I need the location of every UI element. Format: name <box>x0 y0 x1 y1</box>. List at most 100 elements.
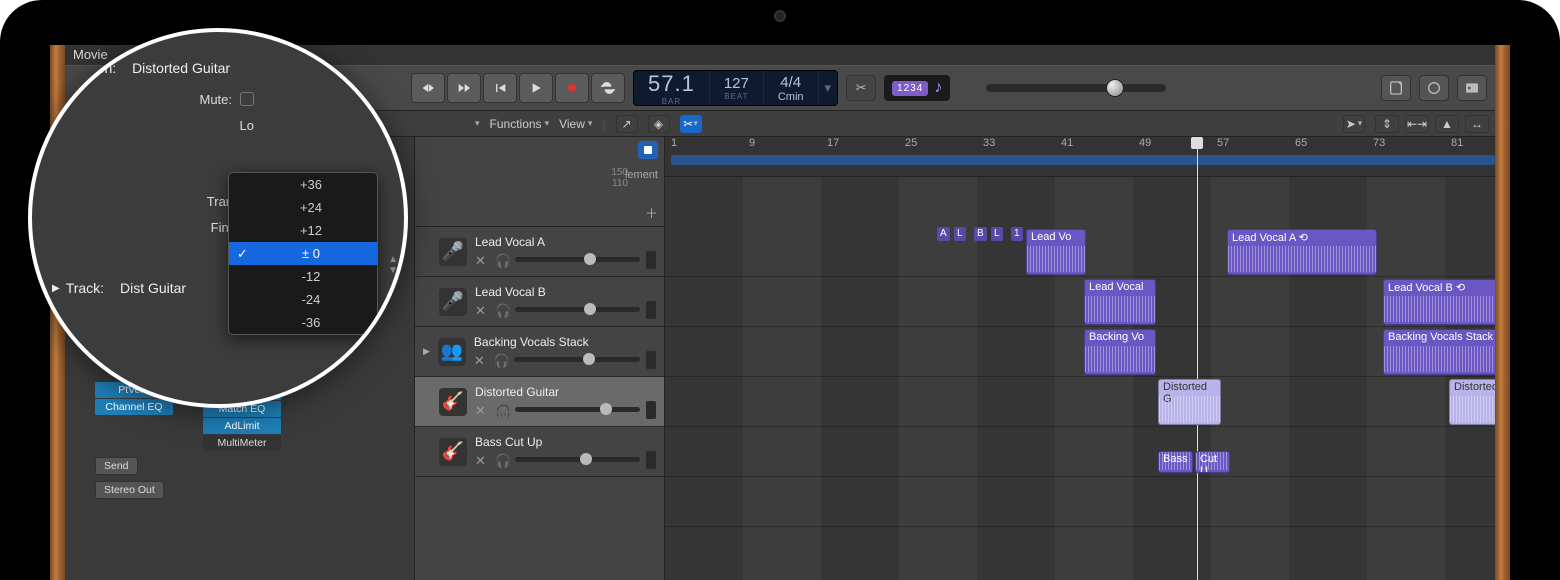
media-browser-button[interactable] <box>1457 75 1487 101</box>
hzoom-slider-icon[interactable]: ↔ <box>1465 115 1489 133</box>
stepper-icon[interactable]: ▲▼ <box>388 254 398 276</box>
plugin-slot[interactable]: Channel EQ <box>95 399 173 415</box>
play-button[interactable] <box>519 73 553 103</box>
track-fader[interactable] <box>515 257 640 262</box>
hfit-icon[interactable]: ⇤⇥ <box>1405 115 1429 133</box>
waveform <box>1196 451 1229 470</box>
automation-curve-icon[interactable]: ↗ <box>616 115 638 133</box>
cycle-range[interactable] <box>671 155 1495 165</box>
rewind-button[interactable] <box>411 73 445 103</box>
arrangement-marker[interactable]: 1 <box>1011 227 1023 241</box>
headphone-icon[interactable]: 🎧 <box>495 303 509 317</box>
mute-row[interactable]: Mute: <box>52 86 384 112</box>
arrange-area[interactable]: 1917253341495765738189 ALBL1 Lead VoLead… <box>665 137 1495 580</box>
track-name: Lead Vocal A <box>475 235 656 249</box>
dropdown-option[interactable]: ± 0 <box>229 242 377 265</box>
track-name: Backing Vocals Stack <box>474 335 656 349</box>
mute-icon[interactable]: ✕ <box>475 453 489 467</box>
mute-icon[interactable]: ✕ <box>474 353 488 367</box>
tuner-icon: ♪ <box>934 79 942 97</box>
notepad-button[interactable] <box>1381 75 1411 101</box>
audio-region[interactable]: Distorted G <box>1449 379 1495 425</box>
audio-region[interactable]: Lead Vocal B ⟲ <box>1383 279 1495 325</box>
audio-region[interactable]: Backing Vo <box>1084 329 1156 375</box>
arrangement-label: lement <box>625 169 658 181</box>
arrangement-marker[interactable]: L <box>954 227 966 241</box>
count-in-display[interactable]: 1234 ♪ <box>884 75 950 101</box>
track-header[interactable]: ▶👥Backing Vocals Stack✕🎧 <box>415 327 664 377</box>
forward-button[interactable] <box>447 73 481 103</box>
playhead[interactable] <box>1197 137 1198 580</box>
transpose-dropdown[interactable]: +36+24+12± 0-12-24-36 <box>228 172 378 335</box>
audio-region[interactable]: Lead Vocal A ⟲ <box>1227 229 1377 275</box>
headphone-icon[interactable]: 🎧 <box>495 253 509 267</box>
vzoom-icon[interactable]: ⇕ <box>1375 115 1399 133</box>
meter <box>646 301 656 319</box>
cycle-button[interactable] <box>591 73 625 103</box>
vzoom-slider-icon[interactable]: ▲ <box>1435 115 1459 133</box>
loop-browser-button[interactable] <box>1419 75 1449 101</box>
arrangement-marker[interactable]: A <box>937 227 950 241</box>
dropdown-option[interactable]: -24 <box>229 288 377 311</box>
pointer-tool[interactable]: ➤▾ <box>1343 115 1365 133</box>
arrangement-marker[interactable]: L <box>991 227 1003 241</box>
track-icon: 👥 <box>438 338 466 366</box>
view-menu[interactable]: View ▾ <box>559 117 592 131</box>
track-fader[interactable] <box>515 457 640 462</box>
track-fader[interactable] <box>515 407 640 412</box>
lcd-sig: 4/4 <box>780 74 801 91</box>
ruler-tick: 73 <box>1373 137 1385 149</box>
ruler-tick: 49 <box>1139 137 1151 149</box>
ruler-tick: 1 <box>671 137 677 149</box>
plugin-slot[interactable]: MultiMeter <box>203 435 281 451</box>
track-header[interactable]: 🎤Lead Vocal A✕🎧 <box>415 227 664 277</box>
ruler-tick: 57 <box>1217 137 1229 149</box>
master-volume-slider[interactable] <box>986 84 1166 92</box>
dropdown-option[interactable]: +24 <box>229 196 377 219</box>
send-button[interactable]: Send <box>95 457 138 475</box>
go-start-button[interactable] <box>483 73 517 103</box>
plugin-slot[interactable]: AdLimit <box>203 418 281 434</box>
audio-region[interactable]: Backing Vocals Stack <box>1383 329 1495 375</box>
headphone-icon[interactable]: 🎧 <box>495 403 509 417</box>
dropdown-option[interactable]: -36 <box>229 311 377 334</box>
edit-menu[interactable]: ▾ <box>475 118 480 129</box>
lcd-beat: 127 <box>724 75 749 92</box>
audio-region[interactable]: Lead Vocal <box>1084 279 1156 325</box>
dropdown-option[interactable]: -12 <box>229 265 377 288</box>
track-header[interactable]: 🎸Distorted Guitar✕🎧 <box>415 377 664 427</box>
ruler-tick: 33 <box>983 137 995 149</box>
headphone-icon[interactable]: 🎧 <box>495 453 509 467</box>
track-header[interactable]: 🎸Bass Cut Up✕🎧 <box>415 427 664 477</box>
output-button[interactable]: Stereo Out <box>95 481 164 499</box>
mute-icon[interactable]: ✕ <box>475 253 489 267</box>
mute-icon[interactable]: ✕ <box>475 403 489 417</box>
lcd-display[interactable]: 57.1BAR 127BEAT 4/4Cmin ▾ <box>633 70 838 106</box>
track-header[interactable]: 🎤Lead Vocal B✕🎧 <box>415 277 664 327</box>
ruler-tick: 17 <box>827 137 839 149</box>
lcd-bar: 57.1 <box>648 71 695 97</box>
waveform <box>1228 246 1376 272</box>
track-name: Lead Vocal B <box>475 285 656 299</box>
functions-menu[interactable]: Functions ▾ <box>490 117 550 131</box>
ruler[interactable]: 1917253341495765738189 <box>665 137 1495 177</box>
audio-region[interactable]: Bass <box>1158 451 1193 473</box>
dropdown-option[interactable]: +36 <box>229 173 377 196</box>
track-icon: 🎸 <box>439 438 467 466</box>
tool-scissors[interactable]: ✂ <box>846 75 876 101</box>
arrangement-marker[interactable]: B <box>974 227 987 241</box>
record-button[interactable] <box>555 73 589 103</box>
waveform <box>1159 451 1192 470</box>
mute-icon[interactable]: ✕ <box>475 303 489 317</box>
audio-region[interactable]: Distorted G <box>1158 379 1221 425</box>
audio-region[interactable]: Cut U <box>1195 451 1230 473</box>
add-track-button[interactable]: ＋ <box>645 203 658 222</box>
headphone-icon[interactable]: 🎧 <box>494 353 508 367</box>
track-fader[interactable] <box>515 307 640 312</box>
snap-icon[interactable]: ✂▾ <box>680 115 702 133</box>
flex-icon[interactable]: ◈ <box>648 115 670 133</box>
global-tracks-button[interactable] <box>638 141 658 159</box>
track-fader[interactable] <box>514 357 640 362</box>
audio-region[interactable]: Lead Vo <box>1026 229 1086 275</box>
dropdown-option[interactable]: +12 <box>229 219 377 242</box>
